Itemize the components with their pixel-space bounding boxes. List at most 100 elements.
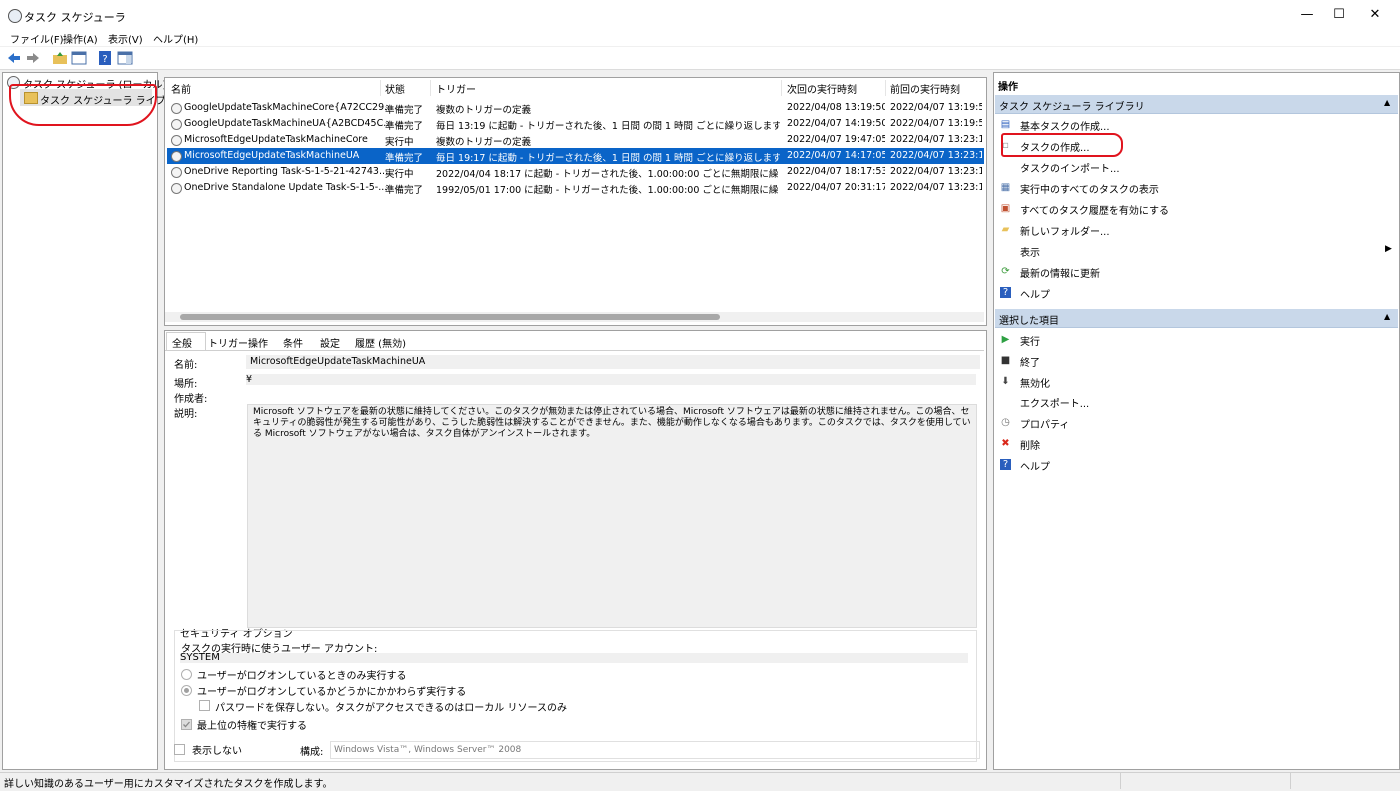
cell-next: 2022/04/07 19:47:05 bbox=[787, 134, 885, 145]
location-label: 場所: bbox=[174, 379, 198, 390]
table-row[interactable]: MicrosoftEdgeUpdateTaskMachineUA 準備完了 毎日 1… bbox=[167, 148, 984, 164]
status-separator bbox=[1290, 773, 1291, 789]
tab-general-label: 全般 bbox=[172, 339, 192, 350]
table-row[interactable]: MicrosoftEdgeUpdateTaskMachineCore 実行中 複数の… bbox=[167, 132, 984, 148]
close-button[interactable]: ✕ bbox=[1352, 0, 1398, 30]
help-icon[interactable]: ? bbox=[97, 50, 113, 66]
cell-trigger: 2022/04/04 18:17 に起動 - トリガーされた後、1.00:00:… bbox=[436, 169, 780, 180]
new-folder-icon: ▰ bbox=[1001, 224, 1010, 235]
forward-icon[interactable] bbox=[25, 50, 41, 66]
show-hide-tree-icon[interactable] bbox=[71, 50, 87, 66]
author-label: 作成者: bbox=[174, 394, 208, 405]
tab-history[interactable]: 履歴 (無効) bbox=[355, 335, 406, 350]
col-header-trigger[interactable]: トリガー bbox=[436, 81, 476, 96]
menu-action[interactable]: 操作(A) bbox=[63, 31, 98, 46]
cell-trigger: 毎日 19:17 に起動 - トリガーされた後、1 日間 の間 1 時間 ごとに… bbox=[436, 153, 780, 164]
col-header-name[interactable]: 名前 bbox=[171, 81, 191, 96]
col-separator bbox=[380, 80, 381, 96]
back-icon[interactable] bbox=[6, 50, 22, 66]
status-text: 詳しい知識のあるユーザー用にカスタマイズされたタスクを作成します。 bbox=[4, 779, 333, 790]
show-action-pane-icon[interactable] bbox=[117, 50, 133, 66]
basic-task-icon: ▤ bbox=[1000, 119, 1011, 130]
title-bar bbox=[0, 0, 1400, 30]
disable-icon: ⬇ bbox=[1001, 375, 1010, 387]
action-item[interactable]: すべてのタスク履歴を有効にする bbox=[1020, 202, 1169, 217]
cell-name: MicrosoftEdgeUpdateTaskMachineCore bbox=[184, 134, 368, 145]
menu-bar bbox=[0, 30, 1400, 46]
radio-run-whether[interactable] bbox=[181, 685, 192, 696]
tab-divider bbox=[165, 350, 984, 351]
highest-privileges-label: 最上位の特権で実行する bbox=[197, 721, 307, 732]
selected-action-item[interactable]: 終了 bbox=[1020, 354, 1040, 369]
action-item[interactable]: 新しいフォルダー... bbox=[1020, 223, 1110, 238]
table-row[interactable]: GoogleUpdateTaskMachineCore{A72CC29... 準備… bbox=[167, 100, 984, 116]
window-title: タスク スケジューラ bbox=[24, 11, 126, 24]
cell-trigger: 1992/05/01 17:00 に起動 - トリガーされた後、1.00:00:… bbox=[436, 185, 780, 196]
selected-action-item[interactable]: ヘルプ bbox=[1020, 458, 1050, 473]
cell-name: GoogleUpdateTaskMachineUA{A2BCD45C... bbox=[184, 118, 389, 129]
cell-name: OneDrive Reporting Task-S-1-5-21-42743..… bbox=[184, 166, 389, 177]
cell-trigger: 複数のトリガーの定義 bbox=[436, 105, 532, 116]
account-field: SYSTEM bbox=[180, 653, 968, 663]
scrollbar-thumb[interactable] bbox=[180, 314, 720, 320]
cell-next: 2022/04/08 13:19:50 bbox=[787, 102, 885, 113]
actions-header: 操作 bbox=[998, 82, 1018, 93]
history-icon: ▣ bbox=[1000, 203, 1011, 214]
task-clock-icon bbox=[171, 183, 182, 194]
menu-file[interactable]: ファイル(F) bbox=[10, 31, 64, 46]
cell-next: 2022/04/07 14:19:50 bbox=[787, 118, 885, 129]
action-item[interactable]: 基本タスクの作成... bbox=[1020, 118, 1110, 133]
name-label: 名前: bbox=[174, 360, 198, 371]
action-item[interactable]: ヘルプ bbox=[1020, 286, 1050, 301]
col-header-next-run[interactable]: 次回の実行時刻 bbox=[787, 81, 857, 96]
highest-privileges-checkbox[interactable] bbox=[181, 719, 192, 730]
table-row[interactable]: GoogleUpdateTaskMachineUA{A2BCD45C... 準備完… bbox=[167, 116, 984, 132]
tab-conditions[interactable]: 条件 bbox=[283, 335, 303, 350]
action-item[interactable]: 最新の情報に更新 bbox=[1020, 265, 1100, 280]
action-item[interactable]: 実行中のすべてのタスクの表示 bbox=[1020, 181, 1159, 196]
action-item[interactable]: タスクのインポート... bbox=[1020, 160, 1120, 175]
radio-run-whether-label: ユーザーがログオンしているかどうかにかかわらず実行する bbox=[197, 687, 467, 698]
cell-last: 2022/04/07 13:23:14 bbox=[890, 134, 982, 145]
cell-status: 準備完了 bbox=[385, 105, 424, 116]
cell-last: 2022/04/07 13:23:14 bbox=[890, 182, 982, 193]
radio-logged-on-only[interactable] bbox=[181, 669, 192, 680]
menu-view[interactable]: 表示(V) bbox=[108, 31, 143, 46]
cell-last: 2022/04/07 13:19:51 bbox=[890, 102, 982, 113]
cell-trigger: 複数のトリガーの定義 bbox=[436, 137, 532, 148]
location-field[interactable]: ¥ bbox=[246, 374, 976, 385]
submenu-arrow-icon: ▶ bbox=[1385, 244, 1392, 254]
menu-help[interactable]: ヘルプ(H) bbox=[153, 31, 198, 46]
configure-label: 構成: bbox=[300, 747, 324, 758]
selected-action-item[interactable]: エクスポート... bbox=[1020, 395, 1089, 410]
running-tasks-icon: ▦ bbox=[1000, 182, 1011, 193]
selected-action-item[interactable]: 削除 bbox=[1020, 437, 1040, 452]
svg-text:?: ? bbox=[102, 54, 107, 65]
tree-pane bbox=[2, 72, 158, 770]
tab-actions[interactable]: 操作 bbox=[248, 335, 268, 350]
col-header-last-run[interactable]: 前回の実行時刻 bbox=[890, 81, 960, 96]
action-item[interactable]: 表示 bbox=[1020, 244, 1040, 259]
collapse-icon[interactable]: ▲ bbox=[1384, 312, 1390, 321]
configure-select[interactable]: Windows Vista™, Windows Server™ 2008 bbox=[330, 741, 980, 759]
table-row[interactable]: OneDrive Standalone Update Task-S-1-5-..… bbox=[167, 180, 984, 196]
table-row[interactable]: OneDrive Reporting Task-S-1-5-21-42743..… bbox=[167, 164, 984, 180]
toolbar bbox=[0, 47, 1400, 70]
selected-action-item[interactable]: 実行 bbox=[1020, 333, 1040, 348]
name-field[interactable]: MicrosoftEdgeUpdateTaskMachineUA bbox=[246, 355, 980, 369]
collapse-icon[interactable]: ▲ bbox=[1384, 98, 1390, 107]
cell-status: 実行中 bbox=[385, 137, 414, 148]
description-label: 説明: bbox=[174, 409, 198, 420]
hidden-checkbox[interactable] bbox=[174, 744, 185, 755]
description-field[interactable]: Microsoft ソフトウェアを最新の状態に維持してください。このタスクが無効… bbox=[247, 404, 977, 628]
tab-triggers[interactable]: トリガー bbox=[208, 335, 248, 350]
up-folder-icon[interactable] bbox=[52, 50, 68, 66]
tab-settings[interactable]: 設定 bbox=[320, 335, 340, 350]
task-clock-icon bbox=[171, 119, 182, 130]
task-clock-icon bbox=[171, 135, 182, 146]
col-header-status[interactable]: 状態 bbox=[385, 81, 405, 96]
selected-action-item[interactable]: プロパティ bbox=[1020, 416, 1069, 431]
selected-action-item[interactable]: 無効化 bbox=[1020, 375, 1050, 390]
section-selected-label: 選択した項目 bbox=[999, 316, 1059, 327]
no-password-checkbox[interactable] bbox=[199, 700, 210, 711]
